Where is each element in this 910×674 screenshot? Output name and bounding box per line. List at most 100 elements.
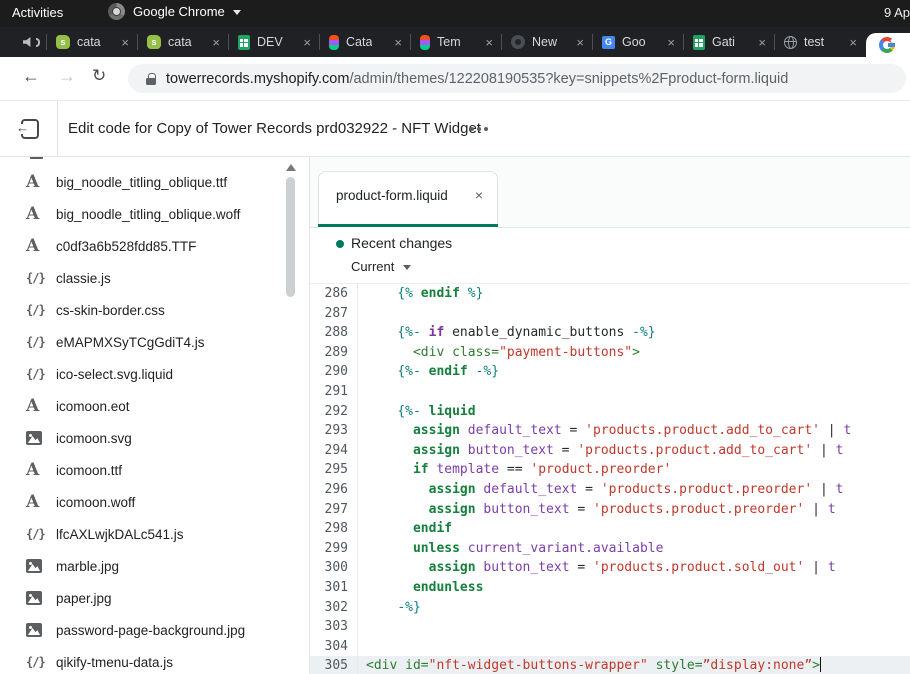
- file-item-icomoon.eot[interactable]: Aicomoon.eot: [0, 390, 284, 422]
- code-line-301[interactable]: 301 endunless: [310, 578, 910, 598]
- code-line-288[interactable]: 288 {%- if enable_dynamic_buttons -%}: [310, 323, 910, 343]
- file-item-big_noodle_titling_oblique.woff[interactable]: Abig_noodle_titling_oblique.woff: [0, 198, 284, 230]
- code-line-292[interactable]: 292 {%- liquid: [310, 402, 910, 422]
- code-line-290[interactable]: 290 {%- endif -%}: [310, 362, 910, 382]
- scrollbar-thumb[interactable]: [286, 177, 295, 297]
- version-dropdown[interactable]: Current: [351, 259, 411, 274]
- browser-tab-3[interactable]: DEV×: [228, 27, 319, 57]
- tab-title: cata: [77, 35, 101, 49]
- file-item-icomoon.ttf[interactable]: Aicomoon.ttf: [0, 454, 284, 486]
- line-source: [358, 304, 366, 324]
- address-bar[interactable]: towerrecords.myshopify.com/admin/themes/…: [128, 64, 906, 93]
- code-line-289[interactable]: 289 <div class="payment-buttons">: [310, 343, 910, 363]
- file-item-marble.jpg[interactable]: marble.jpg: [0, 550, 284, 582]
- google-g-icon: [879, 37, 895, 53]
- code-line-298[interactable]: 298 endif: [310, 519, 910, 539]
- code-line-304[interactable]: 304: [310, 637, 910, 657]
- sidebar-scrollbar[interactable]: [285, 157, 297, 674]
- file-name: icomoon.eot: [56, 399, 130, 414]
- file-item-cs-skin-border.css[interactable]: {/}cs-skin-border.css: [0, 294, 284, 326]
- close-tab-icon[interactable]: ×: [121, 36, 129, 49]
- line-number: 295: [310, 460, 358, 480]
- close-tab-icon[interactable]: ×: [394, 36, 402, 49]
- browser-tab-strip: scata×scata×DEV×Cata×Tem×New×GGoo×Gati×t…: [0, 27, 910, 57]
- browser-tab-9[interactable]: test×: [774, 27, 865, 57]
- tab-audio-indicator[interactable]: [16, 27, 46, 57]
- code-line-294[interactable]: 294 assign button_text = 'products.produ…: [310, 441, 910, 461]
- url-text[interactable]: towerrecords.myshopify.com/admin/themes/…: [166, 71, 788, 87]
- file-item-icomoon.svg[interactable]: icomoon.svg: [0, 422, 284, 454]
- file-item-classie.js[interactable]: {/}classie.js: [0, 262, 284, 294]
- close-tab-icon[interactable]: ×: [849, 36, 857, 49]
- code-line-295[interactable]: 295 if template == 'product.preorder': [310, 460, 910, 480]
- line-number: 297: [310, 500, 358, 520]
- file-item-ico-select.svg.liquid[interactable]: {/}ico-select.svg.liquid: [0, 358, 284, 390]
- app-menu[interactable]: Google Chrome: [108, 3, 241, 20]
- more-options-button[interactable]: [470, 127, 488, 131]
- activities-button[interactable]: Activities: [12, 5, 63, 20]
- file-item-password-page-background.jpg[interactable]: password-page-background.jpg: [0, 614, 284, 646]
- recent-changes-panel: Recent changes Current: [310, 228, 910, 284]
- browser-tab-6[interactable]: New×: [501, 27, 592, 57]
- code-line-299[interactable]: 299 unless current_variant.available: [310, 539, 910, 559]
- browser-tab-2[interactable]: scata×: [137, 27, 228, 57]
- close-tab-icon[interactable]: ×: [667, 36, 675, 49]
- file-item-big_noodle_titling_oblique.ttf[interactable]: Abig_noodle_titling_oblique.ttf: [0, 166, 284, 198]
- dot-icon: [477, 127, 481, 131]
- close-tab-icon[interactable]: ×: [758, 36, 766, 49]
- close-tab-icon[interactable]: ×: [303, 36, 311, 49]
- sheets-icon: [693, 35, 705, 50]
- file-name: cs-skin-border.css: [56, 303, 165, 318]
- file-icon-cell: {/}: [26, 335, 56, 349]
- code-line-286[interactable]: 286 {% endif %}: [310, 284, 910, 304]
- browser-tab-4[interactable]: Cata×: [319, 27, 410, 57]
- browser-tab-1[interactable]: scata×: [46, 27, 137, 57]
- lock-icon[interactable]: [146, 73, 156, 85]
- browser-tab-5[interactable]: Tem ×: [410, 27, 501, 57]
- close-tab-icon[interactable]: ×: [212, 36, 220, 49]
- shopify-icon: s: [147, 35, 161, 49]
- code-line-302[interactable]: 302 -%}: [310, 598, 910, 618]
- chrome-icon: [108, 3, 125, 20]
- tab-title: Tem: [437, 35, 461, 49]
- close-tab-icon[interactable]: ×: [485, 36, 493, 49]
- browser-tab-8[interactable]: Gati×: [683, 27, 774, 57]
- scroll-up-arrow-icon[interactable]: [286, 164, 296, 171]
- reload-button[interactable]: ↻: [92, 66, 106, 86]
- code-area[interactable]: 286 {% endif %}287288 {%- if enable_dyna…: [310, 284, 910, 674]
- close-tab-button[interactable]: ×: [475, 187, 483, 203]
- file-item-eMAPMXSyTCgGdiT4.js[interactable]: {/}eMAPMXSyTCgGdiT4.js: [0, 326, 284, 358]
- file-item-c0df3a6b528fdd85.TTF[interactable]: Ac0df3a6b528fdd85.TTF: [0, 230, 284, 262]
- editor-tab-product-form[interactable]: product-form.liquid ×: [318, 171, 498, 228]
- file-item-icomoon.woff[interactable]: Aicomoon.woff: [0, 486, 284, 518]
- file-item-lfcAXLwjkDALc541.js[interactable]: {/}lfcAXLwjkDALc541.js: [0, 518, 284, 550]
- file-icon-cell: A: [26, 204, 56, 224]
- line-source: [358, 617, 366, 637]
- figma-icon: [329, 35, 339, 50]
- browser-tab-7[interactable]: GGoo×: [592, 27, 683, 57]
- line-source: assign default_text = 'products.product.…: [358, 421, 851, 441]
- system-clock[interactable]: 9 Apr: [884, 5, 910, 20]
- code-line-297[interactable]: 297 assign button_text = 'products.produ…: [310, 500, 910, 520]
- code-line-287[interactable]: 287: [310, 304, 910, 324]
- code-line-303[interactable]: 303: [310, 617, 910, 637]
- browser-toolbar: ← → ↻ towerrecords.myshopify.com/admin/t…: [0, 57, 910, 101]
- forward-button[interactable]: →: [58, 66, 76, 87]
- back-button[interactable]: ←: [22, 66, 40, 87]
- file-item-qikify-tmenu-data.js[interactable]: {/}qikify-tmenu-data.js: [0, 646, 284, 674]
- browser-tab-active[interactable]: [866, 33, 910, 57]
- line-source: assign button_text = 'products.product.p…: [358, 500, 836, 520]
- code-line-293[interactable]: 293 assign default_text = 'products.prod…: [310, 421, 910, 441]
- exit-code-editor-button[interactable]: ←: [18, 118, 40, 140]
- close-tab-icon[interactable]: ×: [576, 36, 584, 49]
- line-number: 287: [310, 304, 358, 324]
- code-line-305[interactable]: 305<div id="nft-widget-buttons-wrapper" …: [310, 656, 910, 674]
- code-line-296[interactable]: 296 assign default_text = 'products.prod…: [310, 480, 910, 500]
- editor-tab-row: product-form.liquid ×: [310, 157, 910, 228]
- dark-circle-icon: [511, 35, 525, 49]
- file-icon-cell: {/}: [26, 655, 56, 669]
- code-line-300[interactable]: 300 assign button_text = 'products.produ…: [310, 558, 910, 578]
- code-line-291[interactable]: 291: [310, 382, 910, 402]
- code-file-icon: {/}: [26, 367, 45, 381]
- file-item-paper.jpg[interactable]: paper.jpg: [0, 582, 284, 614]
